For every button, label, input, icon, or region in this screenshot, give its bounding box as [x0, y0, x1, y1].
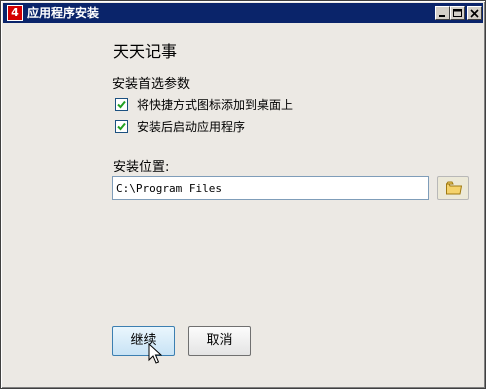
maximize-icon [453, 9, 462, 17]
desktop-shortcut-checkbox[interactable] [115, 98, 128, 111]
install-location-label: 安装位置: [113, 160, 170, 175]
checkmark-icon [117, 100, 126, 109]
launch-after-install-checkbox[interactable] [115, 120, 128, 133]
app-icon: 4 [7, 5, 23, 21]
checkmark-icon [117, 122, 126, 131]
application-name: 天天记事 [113, 42, 178, 61]
preferences-heading: 安装首选参数 [112, 77, 191, 92]
close-icon [470, 9, 479, 18]
minimize-icon [439, 15, 445, 17]
install-path-input[interactable] [112, 176, 429, 200]
maximize-button[interactable] [450, 6, 465, 20]
close-button[interactable] [467, 6, 482, 20]
cancel-button[interactable]: 取消 [188, 326, 251, 356]
folder-icon [446, 181, 462, 195]
installer-window: 4 应用程序安装 天天记事 安装首选参数 将快捷方式图标添加到桌面上 安装后启动… [0, 0, 486, 389]
mouse-cursor-icon [148, 343, 162, 364]
minimize-button[interactable] [435, 6, 450, 20]
title-bar[interactable]: 4 应用程序安装 [3, 3, 483, 23]
continue-button[interactable]: 继续 [112, 326, 175, 356]
window-title: 应用程序安装 [27, 6, 100, 20]
desktop-shortcut-label: 将快捷方式图标添加到桌面上 [137, 98, 294, 112]
browse-folder-button[interactable] [437, 176, 469, 200]
launch-after-install-label: 安装后启动应用程序 [137, 120, 246, 134]
